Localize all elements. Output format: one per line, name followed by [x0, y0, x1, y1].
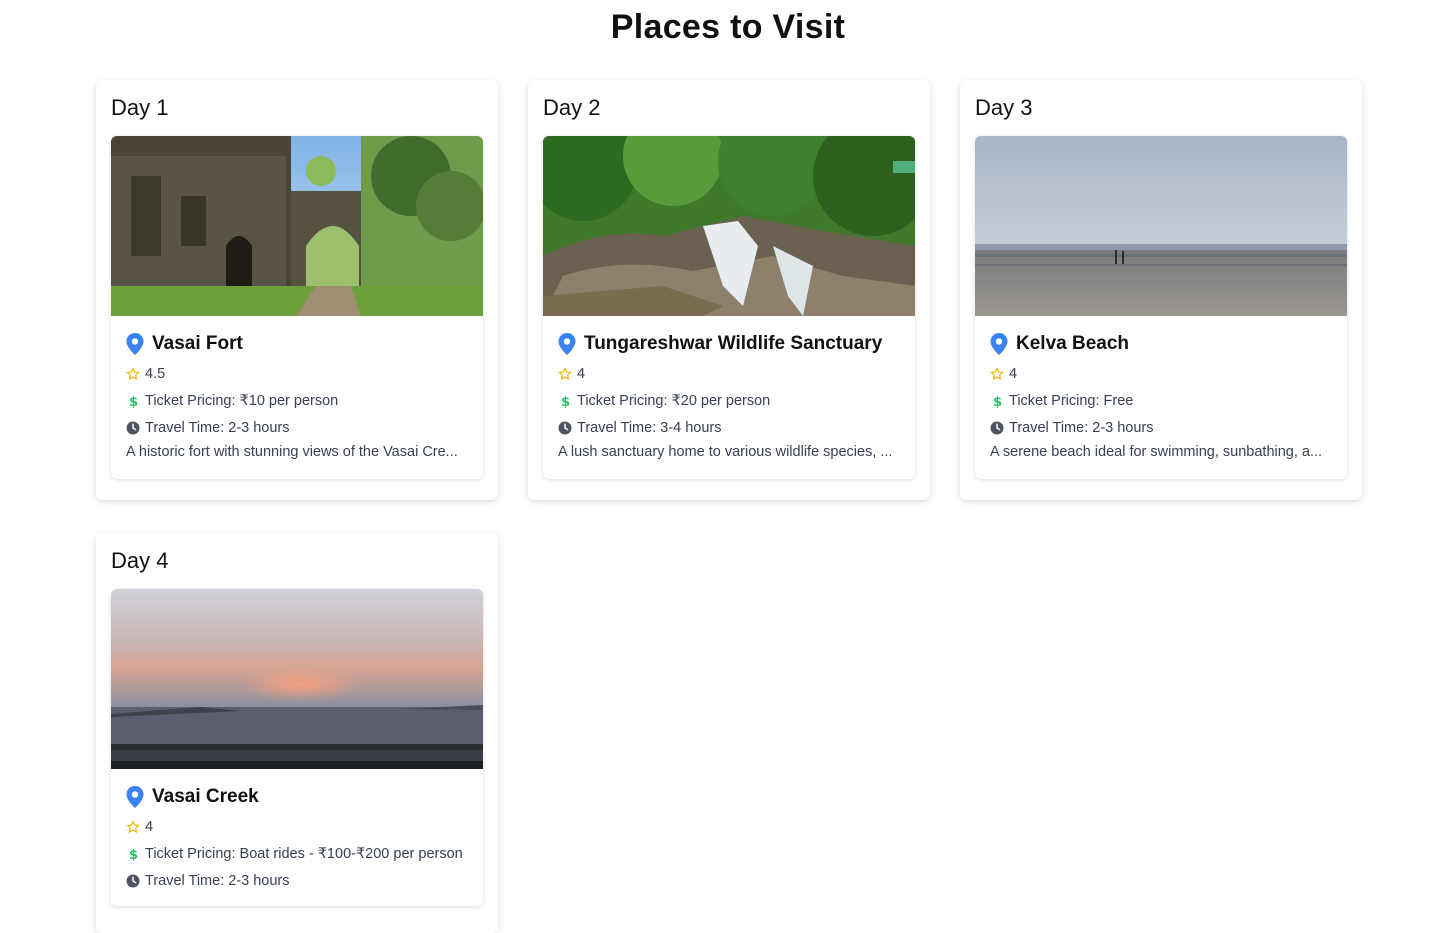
- svg-text:$: $: [129, 848, 138, 861]
- place-photo-beach[interactable]: [975, 136, 1347, 316]
- place-card[interactable]: Kelva Beach 4 $ Ticket Pricing: Free Tra…: [975, 136, 1347, 479]
- place-name: Tungareshwar Wildlife Sanctuary: [584, 333, 883, 354]
- place-description: A lush sanctuary home to various wildlif…: [558, 444, 893, 460]
- place-card[interactable]: Vasai Fort 4.5 $ Ticket Pricing: ₹10 per…: [111, 136, 483, 479]
- ticket-pricing: Ticket Pricing: ₹10 per person: [145, 392, 339, 409]
- clock-icon: [558, 421, 572, 435]
- place-photo-fort[interactable]: [111, 136, 483, 316]
- ticket-pricing: Ticket Pricing: Free: [1009, 392, 1134, 409]
- page-title: Places to Visit: [610, 8, 846, 46]
- rating-value: 4.5: [145, 365, 166, 382]
- star-icon: [558, 366, 572, 381]
- svg-text:$: $: [561, 395, 570, 408]
- rating-value: 4: [577, 365, 586, 382]
- day-title: Day 3: [975, 95, 1033, 120]
- rating-value: 4: [145, 818, 154, 835]
- day-card-4: Day 4 Vasai Creek 4 $ Ticket Pricing: Bo…: [96, 533, 498, 933]
- rating-value: 4: [1009, 365, 1018, 382]
- place-photo-sanctuary[interactable]: [543, 136, 915, 316]
- star-icon: [126, 366, 140, 381]
- day-card-1: Day 1 Vasai Fort 4.5 $ Ticket Pricing: ₹…: [96, 80, 498, 500]
- ticket-pricing: Ticket Pricing: ₹20 per person: [577, 392, 771, 409]
- svg-text:$: $: [129, 395, 138, 408]
- map-pin-icon: [126, 786, 144, 808]
- dollar-icon: $: [558, 394, 572, 408]
- svg-text:$: $: [993, 395, 1002, 408]
- star-icon: [990, 366, 1004, 381]
- dollar-icon: $: [126, 847, 140, 861]
- map-pin-icon: [126, 333, 144, 355]
- travel-time: Travel Time: 2-3 hours: [1009, 419, 1154, 436]
- dollar-icon: $: [126, 394, 140, 408]
- day-title: Day 2: [543, 95, 601, 120]
- place-photo-creek[interactable]: [111, 589, 483, 769]
- place-name: Vasai Creek: [152, 786, 259, 807]
- travel-time: Travel Time: 2-3 hours: [145, 419, 290, 436]
- travel-time: Travel Time: 3-4 hours: [577, 419, 722, 436]
- ticket-pricing: Ticket Pricing: Boat rides - ₹100-₹200 p…: [145, 845, 463, 862]
- clock-icon: [990, 421, 1004, 435]
- map-pin-icon: [558, 333, 576, 355]
- map-pin-icon: [990, 333, 1008, 355]
- place-name: Vasai Fort: [152, 333, 243, 354]
- day-title: Day 1: [111, 95, 169, 120]
- clock-icon: [126, 874, 140, 888]
- place-description: A serene beach ideal for swimming, sunba…: [990, 444, 1323, 460]
- star-icon: [126, 819, 140, 834]
- travel-time: Travel Time: 2-3 hours: [145, 872, 290, 889]
- day-card-2: Day 2 Tungareshwar Wildlife Sanctuary 4 …: [528, 80, 930, 500]
- place-name: Kelva Beach: [1016, 333, 1130, 354]
- clock-icon: [126, 421, 140, 435]
- dollar-icon: $: [990, 394, 1004, 408]
- days-grid: Day 1 Vasai Fort 4.5 $ Ticket Pricing: ₹…: [96, 80, 1362, 933]
- place-card[interactable]: Vasai Creek 4 $ Ticket Pricing: Boat rid…: [111, 589, 483, 906]
- day-title: Day 4: [111, 548, 169, 573]
- place-card[interactable]: Tungareshwar Wildlife Sanctuary 4 $ Tick…: [543, 136, 915, 479]
- place-description: A historic fort with stunning views of t…: [126, 444, 458, 460]
- day-card-3: Day 3 Kelva Beach 4 $ Ticket Pricing: Fr…: [960, 80, 1362, 500]
